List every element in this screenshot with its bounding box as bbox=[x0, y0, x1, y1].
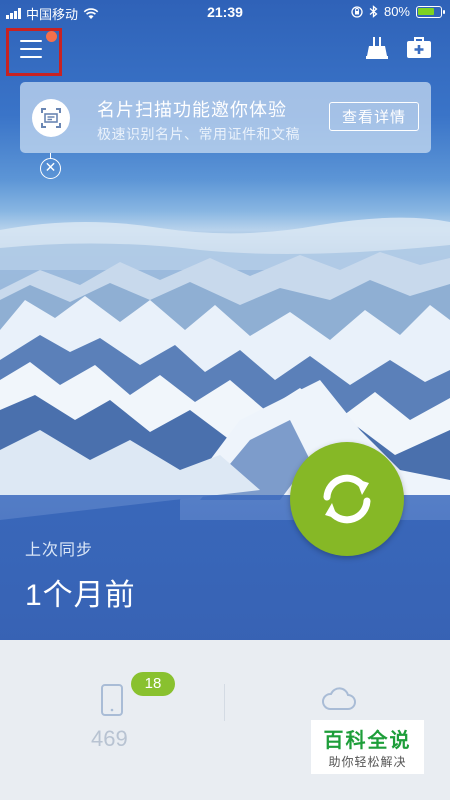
card-scan-icon bbox=[32, 99, 70, 137]
contacts-badge: 18 bbox=[131, 672, 175, 696]
view-details-button[interactable]: 查看详情 bbox=[329, 102, 419, 131]
sync-button[interactable] bbox=[290, 442, 404, 556]
close-icon[interactable]: ✕ bbox=[40, 158, 61, 179]
sync-arrows-icon bbox=[323, 474, 371, 524]
last-sync-value: 1个月前 bbox=[25, 579, 136, 612]
contacts-count[interactable]: 469 bbox=[91, 726, 128, 752]
status-bar: 中国移动 21:39 80% bbox=[0, 0, 450, 24]
last-sync-label: 上次同步 bbox=[25, 542, 94, 559]
banner-title: 名片扫描功能邀你体验 bbox=[97, 100, 287, 120]
phone-icon[interactable] bbox=[101, 684, 123, 716]
toolbox-icon[interactable] bbox=[405, 34, 433, 62]
orientation-lock-icon bbox=[351, 5, 363, 18]
cloud-icon[interactable] bbox=[321, 685, 357, 711]
watermark-sub: 助你轻松解决 bbox=[328, 755, 407, 769]
watermark-main: 百科全说 bbox=[323, 730, 412, 752]
sweep-icon[interactable] bbox=[363, 34, 391, 62]
watermark-logo: 百科全说 助你轻松解决 bbox=[311, 720, 424, 774]
promo-banner[interactable]: 名片扫描功能邀你体验 极速识别名片、常用证件和文稿 查看详情 bbox=[20, 82, 431, 153]
battery-icon bbox=[416, 5, 445, 18]
notification-dot bbox=[46, 31, 57, 42]
banner-subtitle: 极速识别名片、常用证件和文稿 bbox=[97, 126, 300, 142]
battery-fill bbox=[418, 7, 434, 15]
status-right: 80% bbox=[351, 4, 445, 19]
bluetooth-icon bbox=[369, 5, 378, 18]
stats-divider bbox=[224, 684, 225, 721]
battery-percent: 80% bbox=[383, 4, 410, 19]
